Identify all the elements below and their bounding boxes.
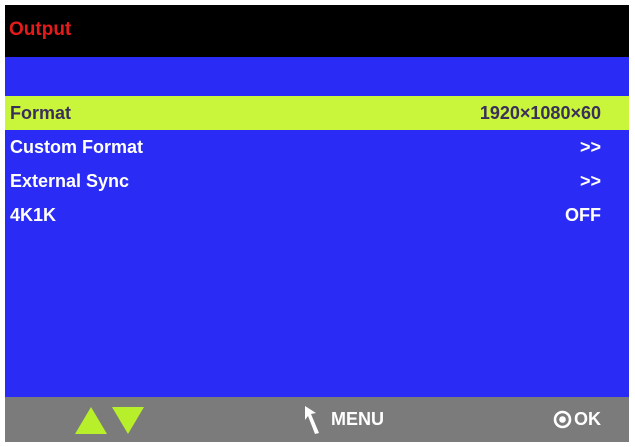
menu-item-external-sync[interactable]: External Sync >> xyxy=(5,164,629,198)
footer-bar: MENU OK xyxy=(5,397,629,442)
down-arrow-icon[interactable] xyxy=(112,407,144,434)
title-bar: Output xyxy=(5,5,629,57)
menu-item-label: Custom Format xyxy=(10,137,144,157)
menu-item-value: >> xyxy=(579,171,601,191)
menu-list: Format 1920×1080×60 Custom Format >> Ext… xyxy=(5,57,629,397)
ok-label[interactable]: OK xyxy=(574,409,601,430)
menu-item-label: Format xyxy=(10,103,72,123)
menu-item-format[interactable]: Format 1920×1080×60 xyxy=(5,96,629,130)
page-title: Output xyxy=(9,19,72,40)
menu-item-value: OFF xyxy=(565,205,601,225)
up-arrow-icon[interactable] xyxy=(75,407,107,434)
menu-item-value: >> xyxy=(579,137,601,157)
menu-item-label: 4K1K xyxy=(10,205,57,225)
menu-item-value: 1920×1080×60 xyxy=(479,103,601,123)
menu-label[interactable]: MENU xyxy=(331,409,384,430)
menu-item-4k1k[interactable]: 4K1K OFF xyxy=(5,198,629,232)
back-arrow-icon[interactable] xyxy=(303,405,323,435)
menu-item-label: External Sync xyxy=(10,171,130,191)
ok-circle-icon[interactable] xyxy=(553,410,572,429)
menu-item-custom-format[interactable]: Custom Format >> xyxy=(5,130,629,164)
output-menu-screen: Output Format 1920×1080×60 Custom Format… xyxy=(5,5,629,442)
